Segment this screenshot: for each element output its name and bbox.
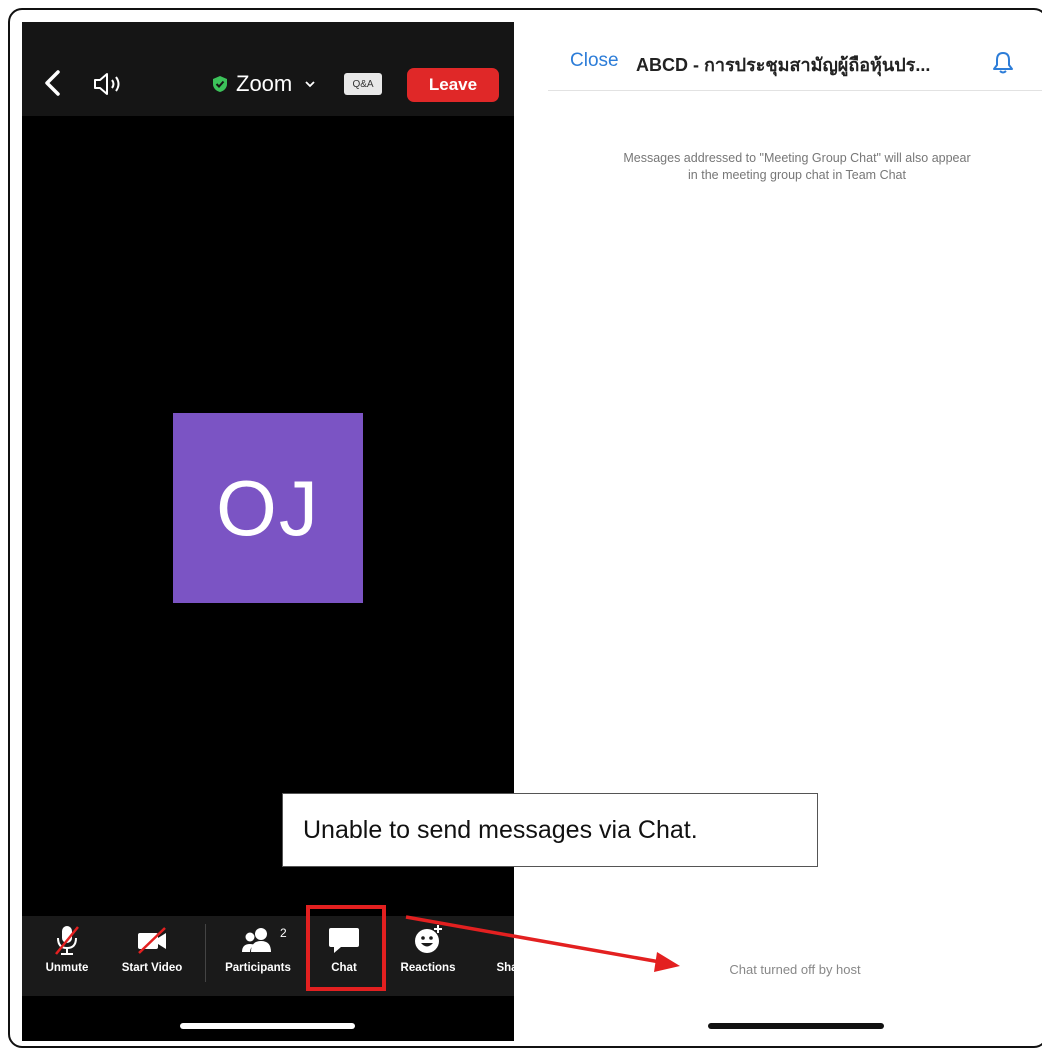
video-off-icon [138,927,166,954]
shield-check-icon [213,76,227,92]
qa-button[interactable]: Q&A [344,73,382,95]
start-video-label: Start Video [121,962,183,974]
participants-icon [242,928,271,952]
close-button[interactable]: Close [570,50,619,72]
chat-highlight-box [306,905,386,991]
toolbar-divider [205,924,206,982]
leave-button[interactable]: Leave [407,68,499,102]
share-label: Sha [496,962,514,974]
back-chevron-icon[interactable] [42,70,64,96]
chat-disabled-message: Chat turned off by host [729,962,861,977]
share-button[interactable]: Sha [467,924,514,984]
unmute-label: Unmute [45,962,89,974]
chevron-down-icon [305,81,315,88]
mic-off-icon [55,926,79,955]
reactions-icon [415,925,442,953]
participant-avatar: OJ [173,413,363,603]
unmute-button[interactable]: Unmute [27,924,107,984]
bell-icon[interactable] [992,50,1014,74]
speaker-icon[interactable] [92,72,126,96]
annotation-callout: Unable to send messages via Chat. [282,793,818,867]
meeting-view: Zoom Q&A Leave OJ Unmute Start Video Par… [22,22,514,1041]
meeting-title-label: Zoom [236,71,293,96]
meeting-top-bar: Zoom Q&A Leave [22,22,514,116]
chat-title: ABCD - การประชุมสามัญผู้ถือหุ้นปร... [636,55,931,75]
reactions-button[interactable]: Reactions [388,924,468,984]
chat-header: Close ABCD - การประชุมสามัญผู้ถือหุ้นปร.… [548,44,1042,91]
chat-notice-line1: Messages addressed to "Meeting Group Cha… [623,151,971,165]
share-icon [490,924,514,956]
meeting-title-dropdown[interactable]: Zoom [212,70,316,98]
reactions-label: Reactions [400,962,456,974]
participant-count-badge: 2 [280,926,287,940]
home-indicator [708,1023,884,1029]
participants-label: Participants [225,962,291,974]
chat-notice: Messages addressed to "Meeting Group Cha… [562,150,1032,184]
meeting-toolbar: Unmute Start Video Participants Chat Rea… [22,916,514,996]
home-indicator [180,1023,355,1029]
start-video-button[interactable]: Start Video [112,924,192,984]
chat-notice-line2: in the meeting group chat in Team Chat [688,168,906,182]
